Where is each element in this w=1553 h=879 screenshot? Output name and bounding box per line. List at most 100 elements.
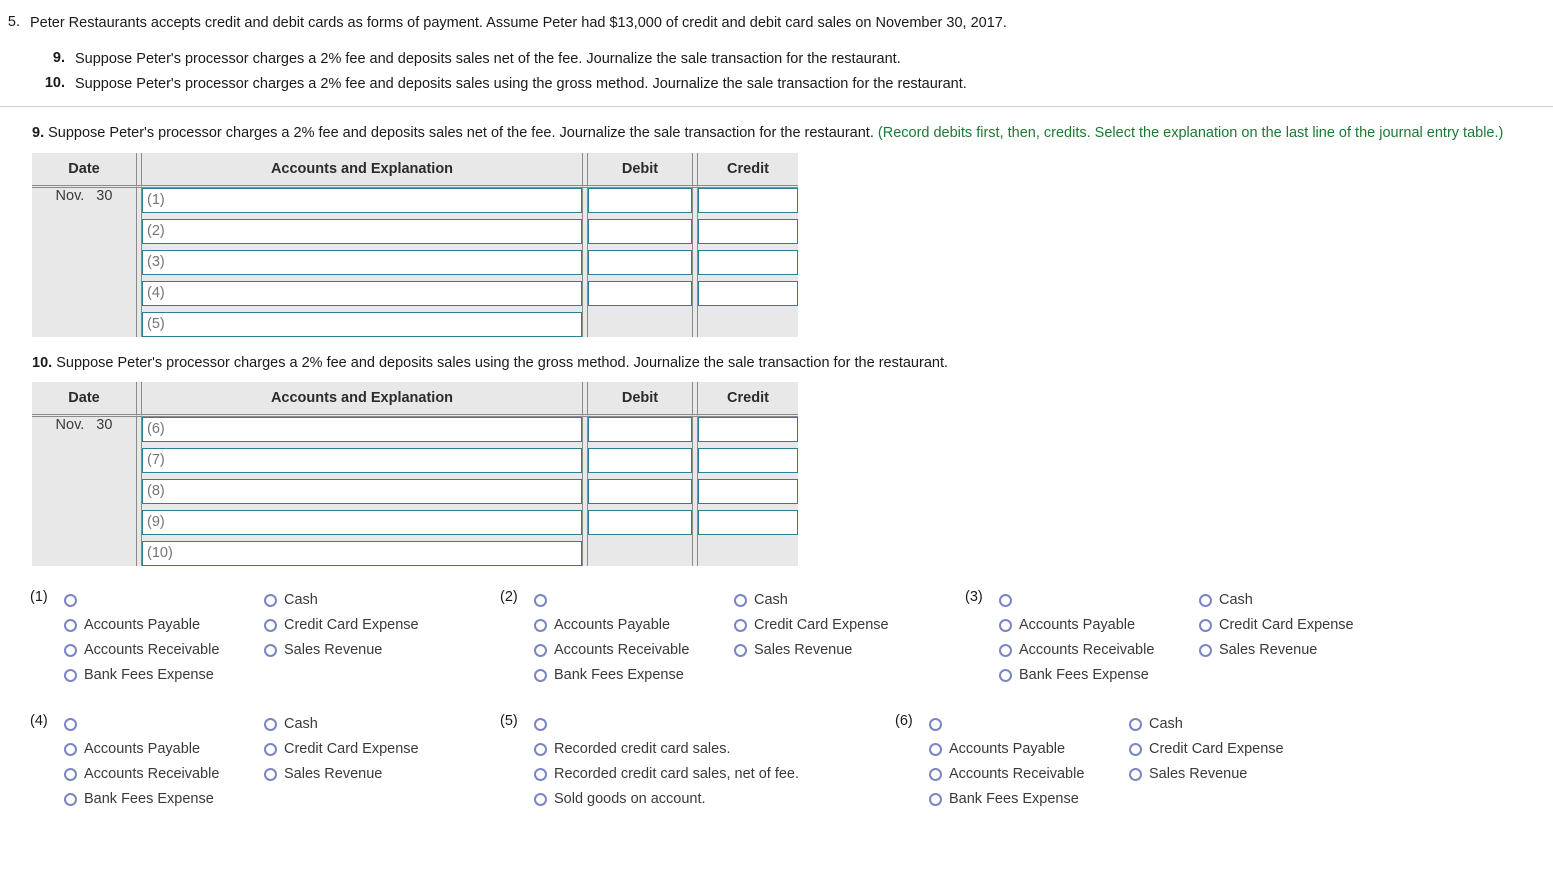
- option-item[interactable]: Sold goods on account.: [534, 787, 799, 812]
- radio-icon[interactable]: [64, 742, 77, 756]
- radio-icon[interactable]: [64, 643, 77, 657]
- option-item[interactable]: [534, 588, 734, 613]
- option-item[interactable]: Recorded credit card sales, net of fee.: [534, 762, 799, 787]
- radio-icon[interactable]: [64, 668, 77, 682]
- radio-icon[interactable]: [1199, 593, 1212, 607]
- radio-icon[interactable]: [264, 643, 277, 657]
- radio-icon[interactable]: [929, 717, 942, 731]
- option-item[interactable]: Sales Revenue: [1199, 638, 1409, 663]
- radio-icon[interactable]: [1129, 742, 1142, 756]
- account-input-6[interactable]: [142, 416, 582, 442]
- radio-icon[interactable]: [534, 742, 547, 756]
- radio-icon[interactable]: [534, 767, 547, 781]
- radio-icon[interactable]: [1129, 717, 1142, 731]
- debit-input-3[interactable]: [588, 249, 692, 275]
- credit-input-8[interactable]: [698, 478, 798, 504]
- account-input-5[interactable]: [142, 311, 582, 337]
- option-item[interactable]: Sales Revenue: [264, 762, 474, 787]
- radio-icon[interactable]: [64, 792, 77, 806]
- option-item[interactable]: Bank Fees Expense: [64, 663, 264, 688]
- option-item[interactable]: Accounts Payable: [534, 613, 734, 638]
- option-item[interactable]: Accounts Receivable: [999, 638, 1199, 663]
- option-item[interactable]: Bank Fees Expense: [534, 663, 734, 688]
- account-input-10[interactable]: [142, 540, 582, 566]
- radio-icon[interactable]: [264, 717, 277, 731]
- credit-input-9[interactable]: [698, 509, 798, 535]
- radio-icon[interactable]: [64, 593, 77, 607]
- account-input-4[interactable]: [142, 280, 582, 306]
- debit-input-1[interactable]: [588, 187, 692, 213]
- option-item[interactable]: [929, 712, 1129, 737]
- radio-icon[interactable]: [999, 618, 1012, 632]
- option-item[interactable]: Cash: [264, 588, 474, 613]
- option-item[interactable]: Bank Fees Expense: [64, 787, 264, 812]
- option-item[interactable]: Credit Card Expense: [1129, 737, 1339, 762]
- option-item[interactable]: Accounts Payable: [64, 613, 264, 638]
- radio-icon[interactable]: [1129, 767, 1142, 781]
- credit-input-3[interactable]: [698, 249, 798, 275]
- debit-input-4[interactable]: [588, 280, 692, 306]
- option-item[interactable]: Credit Card Expense: [264, 737, 474, 762]
- option-item[interactable]: Recorded credit card sales.: [534, 737, 799, 762]
- debit-input-7[interactable]: [588, 447, 692, 473]
- option-item[interactable]: Cash: [264, 712, 474, 737]
- option-item[interactable]: [64, 712, 264, 737]
- option-item[interactable]: Accounts Receivable: [64, 762, 264, 787]
- radio-icon[interactable]: [534, 792, 547, 806]
- option-item[interactable]: Accounts Payable: [929, 737, 1129, 762]
- radio-icon[interactable]: [734, 593, 747, 607]
- option-item[interactable]: Accounts Payable: [999, 613, 1199, 638]
- account-input-7[interactable]: [142, 447, 582, 473]
- account-input-3[interactable]: [142, 249, 582, 275]
- debit-input-6[interactable]: [588, 416, 692, 442]
- account-input-9[interactable]: [142, 509, 582, 535]
- radio-icon[interactable]: [534, 593, 547, 607]
- radio-icon[interactable]: [999, 643, 1012, 657]
- option-item[interactable]: Credit Card Expense: [1199, 613, 1409, 638]
- radio-icon[interactable]: [64, 717, 77, 731]
- radio-icon[interactable]: [64, 767, 77, 781]
- option-item[interactable]: Credit Card Expense: [264, 613, 474, 638]
- account-input-1[interactable]: [142, 187, 582, 213]
- credit-input-7[interactable]: [698, 447, 798, 473]
- radio-icon[interactable]: [1199, 643, 1212, 657]
- option-item[interactable]: Credit Card Expense: [734, 613, 944, 638]
- radio-icon[interactable]: [264, 593, 277, 607]
- radio-icon[interactable]: [734, 643, 747, 657]
- debit-input-2[interactable]: [588, 218, 692, 244]
- option-item[interactable]: [64, 588, 264, 613]
- radio-icon[interactable]: [264, 767, 277, 781]
- option-item[interactable]: Sales Revenue: [1129, 762, 1339, 787]
- radio-icon[interactable]: [929, 767, 942, 781]
- radio-icon[interactable]: [929, 742, 942, 756]
- radio-icon[interactable]: [534, 643, 547, 657]
- option-item[interactable]: Accounts Payable: [64, 737, 264, 762]
- option-item[interactable]: [534, 712, 799, 737]
- option-item[interactable]: Cash: [1199, 588, 1409, 613]
- option-item[interactable]: Sales Revenue: [734, 638, 944, 663]
- option-item[interactable]: [999, 588, 1199, 613]
- credit-input-1[interactable]: [698, 187, 798, 213]
- radio-icon[interactable]: [264, 742, 277, 756]
- radio-icon[interactable]: [999, 668, 1012, 682]
- radio-icon[interactable]: [999, 593, 1012, 607]
- credit-input-2[interactable]: [698, 218, 798, 244]
- option-item[interactable]: Bank Fees Expense: [999, 663, 1199, 688]
- radio-icon[interactable]: [264, 618, 277, 632]
- radio-icon[interactable]: [734, 618, 747, 632]
- account-input-2[interactable]: [142, 218, 582, 244]
- account-input-8[interactable]: [142, 478, 582, 504]
- radio-icon[interactable]: [64, 618, 77, 632]
- option-item[interactable]: Accounts Receivable: [929, 762, 1129, 787]
- credit-input-6[interactable]: [698, 416, 798, 442]
- option-item[interactable]: Bank Fees Expense: [929, 787, 1129, 812]
- option-item[interactable]: Sales Revenue: [264, 638, 474, 663]
- debit-input-8[interactable]: [588, 478, 692, 504]
- radio-icon[interactable]: [1199, 618, 1212, 632]
- option-item[interactable]: Accounts Receivable: [534, 638, 734, 663]
- radio-icon[interactable]: [534, 717, 547, 731]
- debit-input-9[interactable]: [588, 509, 692, 535]
- option-item[interactable]: Cash: [734, 588, 944, 613]
- option-item[interactable]: Cash: [1129, 712, 1339, 737]
- credit-input-4[interactable]: [698, 280, 798, 306]
